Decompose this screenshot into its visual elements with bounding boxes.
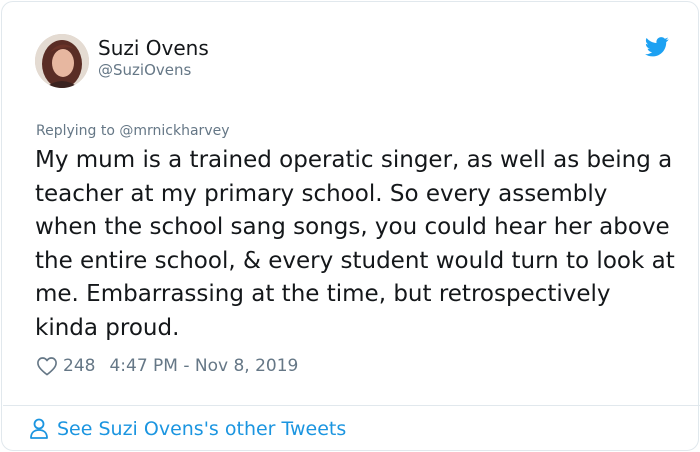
- footer-divider: [3, 405, 700, 406]
- avatar[interactable]: [35, 34, 89, 88]
- author-handle[interactable]: @SuziOvens: [98, 61, 191, 79]
- avatar-image: [35, 34, 89, 88]
- tweet-meta: 248 4:47 PM - Nov 8, 2019: [36, 353, 298, 379]
- replying-to: Replying to @mrnickharvey: [36, 123, 230, 140]
- person-icon: [30, 418, 48, 439]
- author-display-name[interactable]: Suzi Ovens: [98, 36, 209, 60]
- tweet-card: Suzi Ovens @SuziOvens Replying to @mrnic…: [1, 1, 700, 451]
- like-count[interactable]: 248: [63, 356, 95, 376]
- tweet-text: My mum is a trained operatic singer, as …: [35, 147, 675, 341]
- twitter-bird-icon[interactable]: [645, 37, 669, 57]
- replying-to-label: Replying to: [36, 123, 115, 139]
- see-other-tweets-link[interactable]: See Suzi Ovens's other Tweets: [29, 416, 346, 442]
- see-other-tweets-label: See Suzi Ovens's other Tweets: [57, 418, 347, 440]
- replying-to-handle-link[interactable]: @mrnickharvey: [119, 123, 229, 139]
- heart-icon[interactable]: [36, 356, 58, 376]
- tweet-timestamp[interactable]: 4:47 PM - Nov 8, 2019: [109, 356, 298, 376]
